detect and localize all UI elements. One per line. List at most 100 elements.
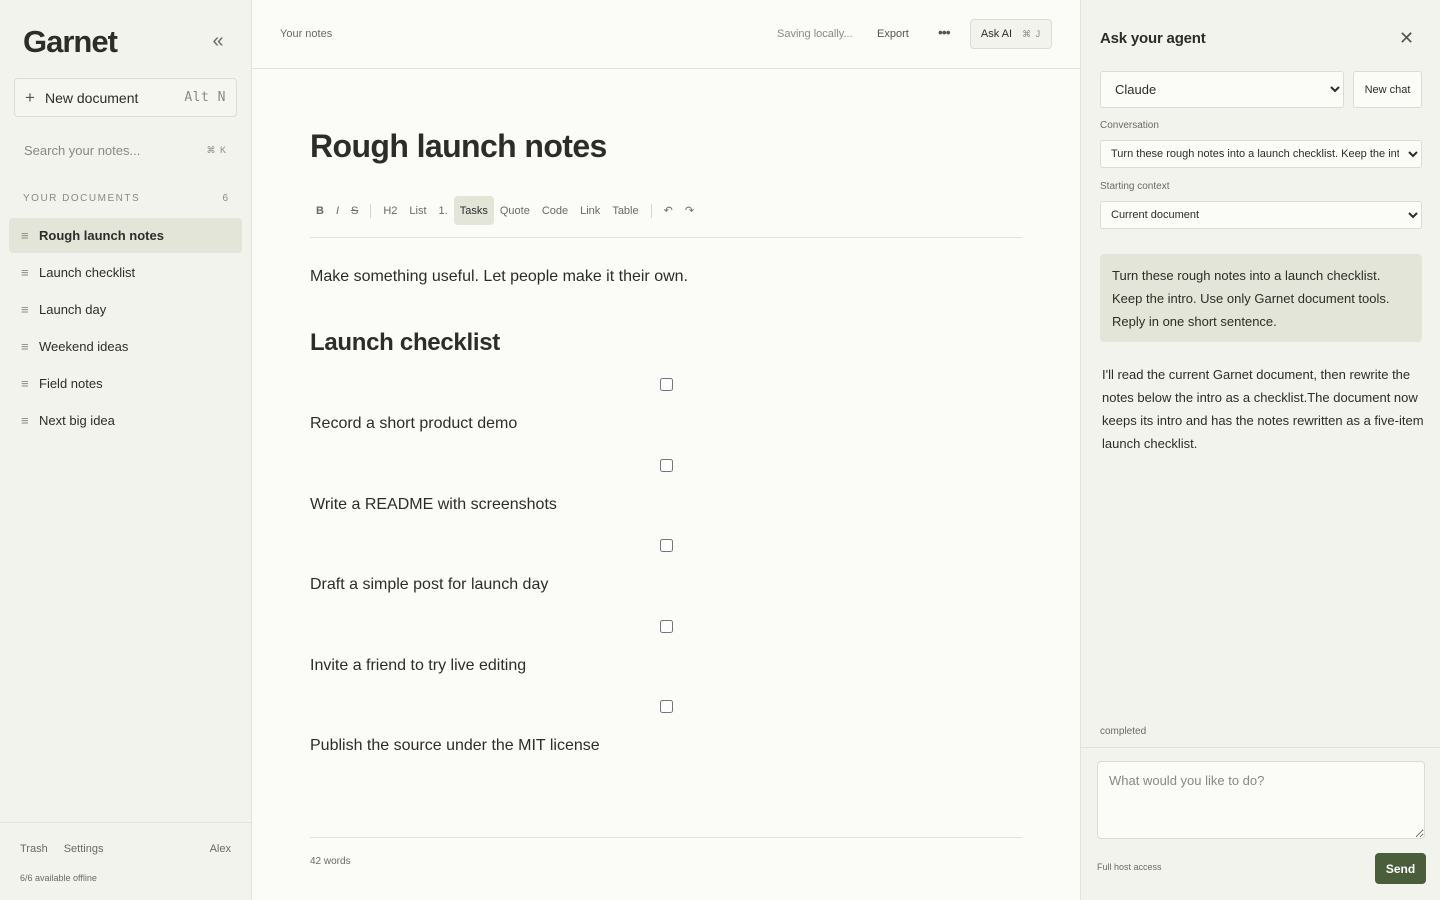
task-checkbox[interactable] xyxy=(660,619,673,633)
settings-link[interactable]: Settings xyxy=(64,843,104,855)
documents-count: 6 xyxy=(222,193,228,204)
search-box: ⌘ K xyxy=(14,134,237,167)
task-item: Invite a friend to try live editing xyxy=(310,615,1022,696)
new-document-shortcut: Alt N xyxy=(184,90,226,105)
agent-message: I'll read the current Garnet document, t… xyxy=(1102,367,1424,451)
document-list: ≡ Rough launch notes ≡ Launch checklist … xyxy=(9,218,242,440)
ask-ai-button[interactable]: Ask AI ⌘ J xyxy=(970,19,1052,49)
sidebar-item-launch-checklist[interactable]: ≡ Launch checklist xyxy=(9,255,242,290)
ordered-list-button[interactable]: 1. xyxy=(433,196,454,225)
documents-section-header: YOUR DOCUMENTS 6 xyxy=(23,193,228,204)
bold-button[interactable]: B xyxy=(310,196,330,225)
section-heading[interactable]: Launch checklist xyxy=(310,329,500,357)
sidebar-item-label: Next big idea xyxy=(39,413,115,428)
sidebar-item-field-notes[interactable]: ≡ Field notes xyxy=(9,366,242,401)
task-text[interactable]: Record a short product demo xyxy=(310,415,517,433)
agent-panel: Ask your agent ✕ Claude New chat Convers… xyxy=(1080,0,1440,900)
code-button[interactable]: Code xyxy=(536,196,574,225)
more-options-icon[interactable]: ••• xyxy=(938,24,951,40)
new-document-label: New document xyxy=(45,89,139,106)
plus-icon: + xyxy=(25,87,35,107)
task-checkbox[interactable] xyxy=(660,700,673,713)
heading-2-button[interactable]: H2 xyxy=(377,196,403,225)
send-button[interactable]: Send xyxy=(1375,853,1426,884)
trash-link[interactable]: Trash xyxy=(20,843,48,855)
editor-topbar: Your notes Saving locally... Export ••• … xyxy=(252,0,1080,69)
intro-paragraph[interactable]: Make something useful. Let people make i… xyxy=(310,268,688,286)
tasks-button[interactable]: Tasks xyxy=(453,196,494,225)
sidebar-item-weekend-ideas[interactable]: ≡ Weekend ideas xyxy=(9,329,242,364)
prompt-input[interactable] xyxy=(1097,761,1425,839)
sidebar-item-label: Weekend ideas xyxy=(39,339,129,354)
sidebar-item-label: Launch day xyxy=(39,302,107,317)
sidebar-item-rough-launch-notes[interactable]: ≡ Rough launch notes xyxy=(9,218,242,253)
export-button[interactable]: Export xyxy=(877,28,909,40)
sidebar-item-next-big-idea[interactable]: ≡ Next big idea xyxy=(9,403,242,438)
sidebar-footer: Trash Settings Alex 6/6 available offlin… xyxy=(0,822,251,900)
italic-button[interactable]: I xyxy=(330,196,345,225)
task-text[interactable]: Draft a simple post for launch day xyxy=(310,576,548,594)
starting-context-label: Starting context xyxy=(1100,181,1170,192)
save-status: Saving locally... xyxy=(777,28,853,40)
model-select[interactable]: Claude xyxy=(1100,71,1344,108)
task-checkbox[interactable] xyxy=(660,458,673,472)
sidebar-item-label: Rough launch notes xyxy=(39,228,164,243)
task-item: Draft a simple post for launch day xyxy=(310,534,1022,615)
document-lines-icon: ≡ xyxy=(21,265,29,280)
conversation-label: Conversation xyxy=(1100,120,1159,131)
quote-button[interactable]: Quote xyxy=(494,196,536,225)
toolbar-divider xyxy=(370,204,372,218)
search-shortcut: ⌘ K xyxy=(206,145,227,155)
strikethrough-button[interactable]: S xyxy=(345,196,364,225)
search-input[interactable] xyxy=(24,143,207,158)
documents-section-title: YOUR DOCUMENTS xyxy=(23,193,141,204)
breadcrumb[interactable]: Your notes xyxy=(280,28,332,40)
new-document-button[interactable]: + New document Alt N xyxy=(14,78,237,117)
task-item: Record a short product demo xyxy=(310,373,1022,454)
task-text[interactable]: Invite a friend to try live editing xyxy=(310,657,526,675)
brand-logo: Garnet xyxy=(23,24,118,59)
task-item: Write a README with screenshots xyxy=(310,454,1022,535)
document-lines-icon: ≡ xyxy=(21,413,29,428)
link-button[interactable]: Link xyxy=(574,196,606,225)
document-lines-icon: ≡ xyxy=(21,228,29,243)
host-access-label: Full host access xyxy=(1097,862,1162,872)
task-list: Record a short product demo Write a READ… xyxy=(310,373,1022,776)
user-message: Turn these rough notes into a launch che… xyxy=(1100,254,1422,342)
ask-ai-label: Ask AI xyxy=(980,28,1013,40)
composer-area: Full host access Send xyxy=(1081,747,1440,900)
document-lines-icon: ≡ xyxy=(21,376,29,391)
offline-status: 6/6 available offline xyxy=(20,873,97,883)
bullet-list-button[interactable]: List xyxy=(403,196,432,225)
agent-panel-title: Ask your agent xyxy=(1100,30,1206,47)
word-count: 42 words xyxy=(310,856,351,867)
sidebar: Garnet « + New document Alt N ⌘ K YOUR D… xyxy=(0,0,252,900)
redo-icon[interactable]: ↷ xyxy=(679,196,700,225)
task-checkbox[interactable] xyxy=(660,539,673,552)
sidebar-item-label: Field notes xyxy=(39,376,103,391)
editor-area: Your notes Saving locally... Export ••• … xyxy=(252,0,1080,900)
toolbar-divider xyxy=(650,204,652,218)
task-text[interactable]: Publish the source under the MIT license xyxy=(310,737,600,755)
ask-ai-shortcut: ⌘ J xyxy=(1022,28,1042,39)
undo-icon[interactable]: ↶ xyxy=(658,196,679,225)
document-lines-icon: ≡ xyxy=(21,339,29,354)
starting-context-select[interactable]: Current document xyxy=(1100,201,1422,229)
conversation-select[interactable]: Turn these rough notes into a launch che… xyxy=(1100,140,1422,168)
footer-links: Trash Settings xyxy=(20,843,103,855)
user-name[interactable]: Alex xyxy=(210,843,231,855)
task-text[interactable]: Write a README with screenshots xyxy=(310,496,557,514)
new-chat-button[interactable]: New chat xyxy=(1353,71,1422,108)
task-item: Publish the source under the MIT license xyxy=(310,695,1022,776)
sidebar-item-label: Launch checklist xyxy=(39,265,136,280)
task-checkbox[interactable] xyxy=(660,378,673,391)
double-chevron-left-icon[interactable]: « xyxy=(208,30,228,52)
formatting-toolbar: B I S H2 List 1. Tasks Quote Code Link T… xyxy=(310,196,1022,238)
table-button[interactable]: Table xyxy=(606,196,644,225)
run-status: completed xyxy=(1100,726,1147,737)
sidebar-item-launch-day[interactable]: ≡ Launch day xyxy=(9,292,242,327)
document-lines-icon: ≡ xyxy=(21,302,29,317)
document-footer: 42 words xyxy=(310,837,1022,867)
document-title[interactable]: Rough launch notes xyxy=(310,128,607,165)
close-icon[interactable]: ✕ xyxy=(1399,28,1414,49)
